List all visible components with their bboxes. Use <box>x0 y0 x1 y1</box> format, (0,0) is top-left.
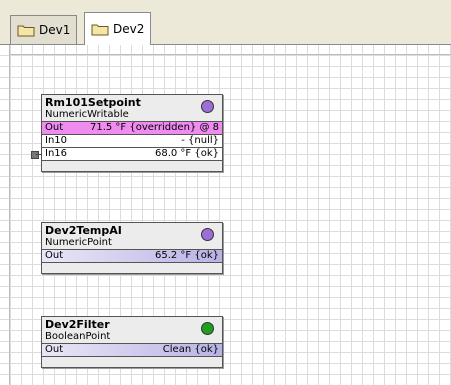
tab-strip: Dev1 Dev2 <box>0 0 451 45</box>
slot-value: 71.5 °F {overridden} @ 8 <box>89 122 219 133</box>
slot-value: - {null} <box>181 135 219 146</box>
tab-dev2[interactable]: Dev2 <box>84 12 152 45</box>
canvas-border <box>9 54 451 55</box>
slot-out[interactable]: Out 71.5 °F {overridden} @ 8 <box>42 121 222 134</box>
component-header[interactable]: Dev2TempAI NumericPoint <box>42 223 222 249</box>
component-footer <box>42 356 222 367</box>
slot-value: 65.2 °F {ok} <box>154 250 219 261</box>
canvas-border <box>9 45 10 385</box>
slot-value: 68.0 °F {ok} <box>154 148 219 159</box>
component-dev2tempai[interactable]: Dev2TempAI NumericPoint Out 65.2 °F {ok} <box>41 222 223 274</box>
slot-in16[interactable]: In16 68.0 °F {ok} <box>31 147 222 160</box>
tab-label: Dev1 <box>39 23 71 37</box>
folder-icon <box>17 25 35 36</box>
component-dev2filter[interactable]: Dev2Filter BooleanPoint Out Clean {ok} <box>41 316 223 368</box>
slot-out[interactable]: Out 65.2 °F {ok} <box>42 249 222 262</box>
tab-label: Dev2 <box>113 22 145 36</box>
component-rm101setpoint[interactable]: Rm101Setpoint NumericWritable Out 71.5 °… <box>31 94 223 172</box>
component-footer <box>42 160 222 171</box>
component-type: NumericWritable <box>45 109 129 120</box>
component-type: NumericPoint <box>45 237 112 248</box>
component-title: Dev2Filter <box>45 318 110 331</box>
link-connector-icon[interactable] <box>31 151 39 159</box>
status-indicator-icon <box>201 228 214 241</box>
component-footer <box>42 262 222 273</box>
slot-name: In10 <box>45 135 68 146</box>
link-wire <box>36 154 42 155</box>
component-header[interactable]: Rm101Setpoint NumericWritable <box>42 95 222 121</box>
tab-dev1[interactable]: Dev1 <box>10 15 78 44</box>
slot-name: Out <box>45 122 64 133</box>
slot-name: Out <box>45 250 64 261</box>
folder-icon <box>91 24 109 35</box>
wiresheet-canvas[interactable]: Rm101Setpoint NumericWritable Out 71.5 °… <box>0 45 451 385</box>
slot-value: Clean {ok} <box>162 344 219 355</box>
component-header[interactable]: Dev2Filter BooleanPoint <box>42 317 222 343</box>
slot-out[interactable]: Out Clean {ok} <box>42 343 222 356</box>
slot-name: In16 <box>45 148 68 159</box>
slot-name: Out <box>45 344 64 355</box>
component-title: Dev2TempAI <box>45 224 122 237</box>
slot-in10[interactable]: In10 - {null} <box>42 134 222 147</box>
component-type: BooleanPoint <box>45 331 111 342</box>
component-title: Rm101Setpoint <box>45 96 141 109</box>
status-indicator-icon <box>201 322 214 335</box>
status-indicator-icon <box>201 100 214 113</box>
